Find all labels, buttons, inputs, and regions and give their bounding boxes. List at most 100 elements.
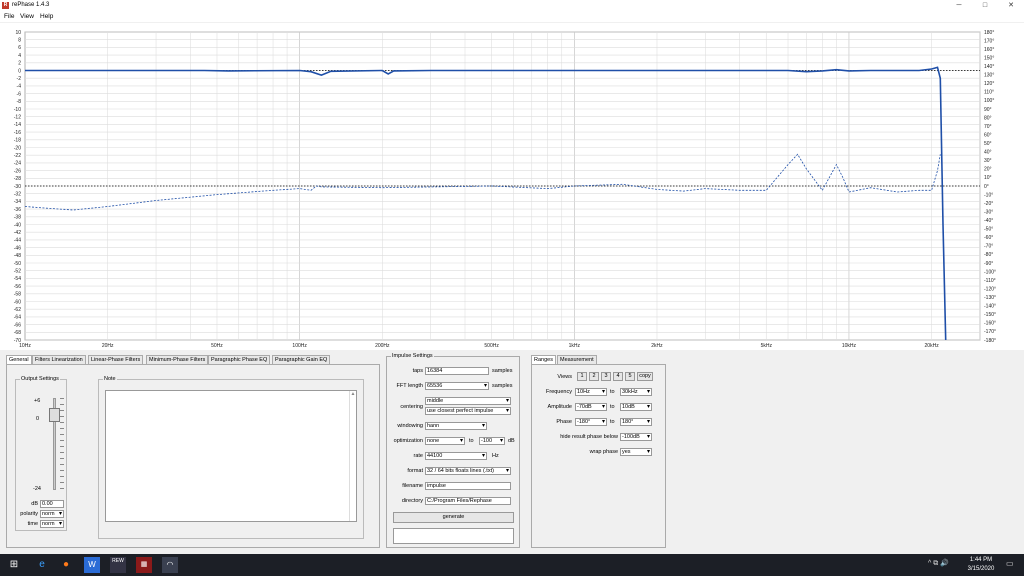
centering-label: centering (400, 404, 423, 410)
frequency-from-select[interactable]: 10Hz (575, 388, 607, 396)
y-tick-right-label: -170° (984, 329, 996, 335)
amplitude-to-select[interactable]: 10dB (620, 403, 652, 411)
phase-from-select[interactable]: -180° (575, 418, 607, 426)
x-tick-label: 2kHz (651, 343, 663, 349)
close-button[interactable]: ✕ (998, 0, 1024, 11)
notifications-icon[interactable]: ▭ (1006, 559, 1014, 568)
y-tick-left-label: -60 (14, 299, 21, 305)
y-tick-left-label: -50 (14, 261, 21, 267)
y-tick-left-label: 0 (18, 68, 21, 74)
y-tick-left-label: -66 (14, 322, 21, 328)
y-tick-right-label: 130° (984, 73, 994, 79)
tab-measurement[interactable]: Measurement (557, 355, 597, 364)
wrap-phase-select[interactable]: yes (620, 448, 652, 456)
y-tick-left-label: -4 (17, 84, 22, 90)
y-tick-right-label: 170° (984, 38, 994, 44)
menu-help[interactable]: Help (40, 13, 53, 20)
word-icon[interactable]: W (84, 557, 100, 573)
amplitude-label: Amplitude (547, 404, 572, 410)
y-tick-left-label: -34 (14, 199, 21, 205)
y-tick-left-label: 6 (18, 45, 21, 51)
hide-phase-select[interactable]: -100dB (620, 433, 652, 441)
y-tick-right-label: 80° (984, 115, 992, 121)
taps-input[interactable]: 16384 (425, 367, 489, 375)
frequency-response-chart[interactable]: 1086420-2-4-6-8-10-12-14-16-18-20-22-24-… (0, 23, 1024, 350)
format-label: format (407, 468, 423, 474)
optimization-select[interactable]: none (425, 437, 465, 445)
clock-date[interactable]: 3/15/2020 (964, 566, 998, 572)
slider-ticks (60, 398, 64, 490)
generate-button[interactable]: generate (393, 512, 514, 523)
rate-select[interactable]: 44100 (425, 452, 487, 460)
menu-file[interactable]: File (4, 13, 14, 20)
polarity-select[interactable]: norm (40, 510, 64, 518)
time-select[interactable]: norm (40, 520, 64, 528)
firefox-icon[interactable]: ● (58, 557, 74, 573)
views-label: Views (557, 374, 572, 380)
copy-view-button[interactable]: copy (637, 372, 653, 381)
note-textarea[interactable] (105, 390, 357, 522)
view-4-button[interactable]: 4 (613, 372, 623, 381)
y-tick-left-label: -28 (14, 176, 21, 182)
optimization-db-select[interactable]: -100 (479, 437, 505, 445)
y-tick-left-label: -12 (14, 115, 21, 121)
status-field (393, 528, 514, 544)
y-tick-right-label: 140° (984, 64, 994, 70)
view-2-button[interactable]: 2 (589, 372, 599, 381)
directory-input[interactable]: C:/Program Files/Rephase (425, 497, 511, 505)
frequency-to-select[interactable]: 30kHz (620, 388, 652, 396)
rephase-taskbar-icon[interactable]: ▦ (136, 557, 152, 573)
windows-start-icon[interactable]: ⊞ (6, 557, 22, 573)
y-tick-left-label: -32 (14, 192, 21, 198)
view-3-button[interactable]: 3 (601, 372, 611, 381)
filename-input[interactable]: impulse (425, 482, 511, 490)
output-settings-group: Output Settings +6 0 -24 dB 0.00 polarit… (15, 376, 67, 531)
menu-view[interactable]: View (20, 13, 34, 20)
fft-length-select[interactable]: 65536 (425, 382, 489, 390)
clock-time[interactable]: 1:44 PM (966, 557, 996, 563)
tab-ranges[interactable]: Ranges (531, 355, 556, 364)
note-scrollbar[interactable]: ▲ (349, 391, 356, 521)
optimization-label: optimization (393, 438, 423, 444)
phase-to-select[interactable]: 180° (620, 418, 652, 426)
y-tick-left-label: 4 (18, 53, 21, 59)
y-tick-right-label: 50° (984, 141, 992, 147)
y-tick-left-label: -42 (14, 230, 21, 236)
x-tick-label: 10Hz (19, 343, 31, 349)
tab-filters-linearization[interactable]: Filters Linearization (32, 355, 86, 364)
y-tick-left-label: -48 (14, 253, 21, 259)
edge-browser-icon[interactable]: e (34, 557, 50, 573)
tab-paragraphic-gain-eq[interactable]: Paragraphic Gain EQ (272, 355, 331, 364)
y-tick-left-label: -6 (17, 91, 22, 97)
y-tick-left-label: -24 (14, 161, 21, 167)
frequency-label: Frequency (546, 389, 572, 395)
amplitude-from-select[interactable]: -70dB (575, 403, 607, 411)
tab-minimum-phase-filters[interactable]: Minimum-Phase Filters (146, 355, 209, 364)
rew-icon[interactable]: REW (110, 557, 126, 573)
y-tick-right-label: 70° (984, 124, 992, 130)
y-tick-left-label: -22 (14, 153, 21, 159)
db-input[interactable]: 0.00 (40, 500, 64, 508)
time-label: time (27, 521, 38, 527)
y-tick-right-label: 160° (984, 47, 994, 53)
y-tick-right-label: -180° (984, 338, 996, 344)
centering-select[interactable]: middle (425, 397, 511, 405)
maximize-button[interactable]: □ (972, 0, 998, 11)
response-plot[interactable]: 10 8 6 4 2 0 -2 -4 -6 -8 -10 -12 -14 -16 -18 -20 -22 -24-… (0, 23, 1024, 350)
fft-length-label: FFT length (396, 383, 424, 389)
active-app-icon[interactable]: ◠ (162, 557, 178, 573)
centering-mode-select[interactable]: use closest perfect impulse (425, 407, 511, 415)
y-tick-left-label: -52 (14, 269, 21, 275)
view-5-button[interactable]: 5 (625, 372, 635, 381)
windowing-select[interactable]: hann (425, 422, 487, 430)
tab-paragraphic-phase-eq[interactable]: Paragraphic Phase EQ (208, 355, 271, 364)
tab-general[interactable]: General (6, 355, 32, 364)
gain-slider-handle[interactable] (49, 408, 60, 422)
format-select[interactable]: 32 / 64 bits floats lines (.txt) (425, 467, 511, 475)
system-tray-icons[interactable]: ^ ⧉ 🔊 (928, 559, 949, 568)
tab-linear-phase-filters[interactable]: Linear-Phase Filters (88, 355, 144, 364)
minimize-button[interactable]: ─ (946, 0, 972, 11)
y-tick-left-label: -26 (14, 168, 21, 174)
view-1-button[interactable]: 1 (577, 372, 587, 381)
y-tick-left-label: -68 (14, 330, 21, 336)
